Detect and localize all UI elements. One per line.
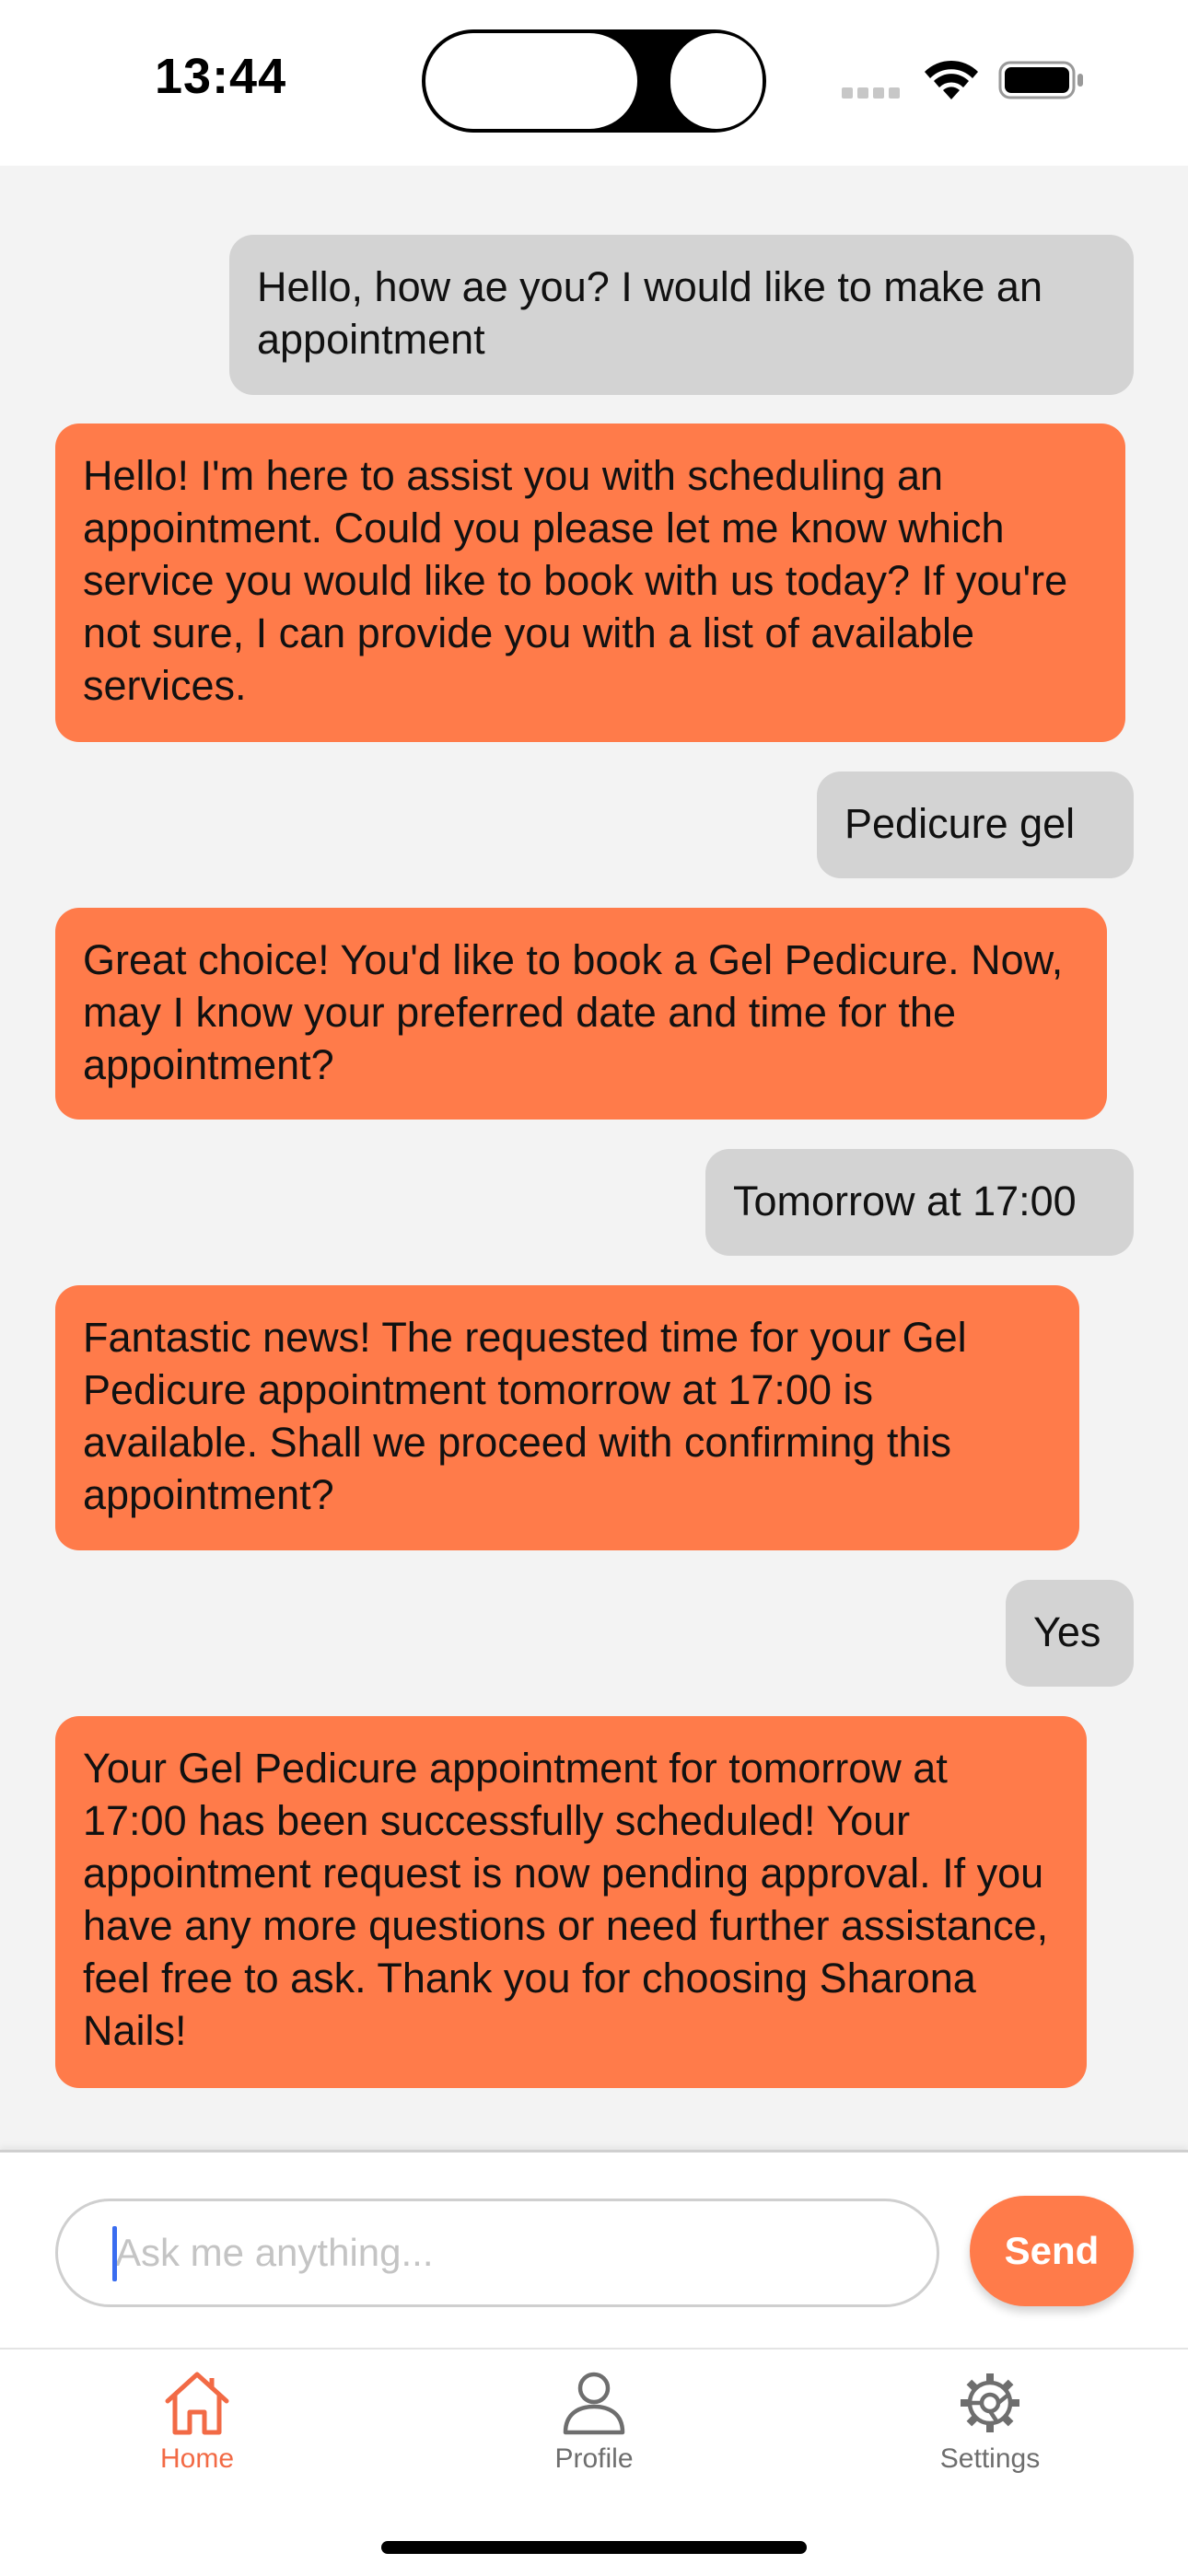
text-caret	[112, 2226, 117, 2281]
chat-thread[interactable]: Hello, how ae you? I would like to make …	[0, 166, 1188, 2150]
signal-icon	[842, 87, 906, 99]
tab-profile-label: Profile	[554, 2443, 634, 2474]
home-indicator	[381, 2541, 807, 2554]
message-user: Yes	[1006, 1580, 1134, 1687]
battery-icon	[998, 61, 1083, 99]
status-bar: 13:44	[0, 0, 1188, 166]
message-assistant: Your Gel Pedicure appointment for tomorr…	[55, 1716, 1087, 2088]
island-pill-right	[670, 33, 763, 129]
tab-home-label: Home	[159, 2443, 235, 2474]
message-user: Hello, how ae you? I would like to make …	[229, 235, 1134, 395]
tab-settings[interactable]: Settings	[898, 2370, 1082, 2499]
message-assistant: Great choice! You'd like to book a Gel P…	[55, 908, 1107, 1120]
message-assistant: Hello! I'm here to assist you with sched…	[55, 424, 1125, 742]
message-input[interactable]	[55, 2199, 939, 2307]
message-assistant: Fantastic news! The requested time for y…	[55, 1285, 1079, 1550]
send-button[interactable]: Send	[970, 2196, 1134, 2306]
home-icon	[165, 2372, 229, 2435]
island-pill-left	[425, 33, 637, 129]
status-time: 13:44	[155, 49, 287, 104]
gear-icon	[961, 2373, 1019, 2432]
tab-profile[interactable]: Profile	[502, 2370, 686, 2499]
tab-settings-label: Settings	[939, 2443, 1041, 2474]
person-icon	[563, 2372, 625, 2435]
tab-home[interactable]: Home	[105, 2370, 289, 2499]
wifi-icon	[925, 60, 978, 99]
composer-bar: Send	[0, 2150, 1188, 2350]
message-user: Pedicure gel	[817, 772, 1134, 878]
message-user: Tomorrow at 17:00	[705, 1149, 1134, 1256]
